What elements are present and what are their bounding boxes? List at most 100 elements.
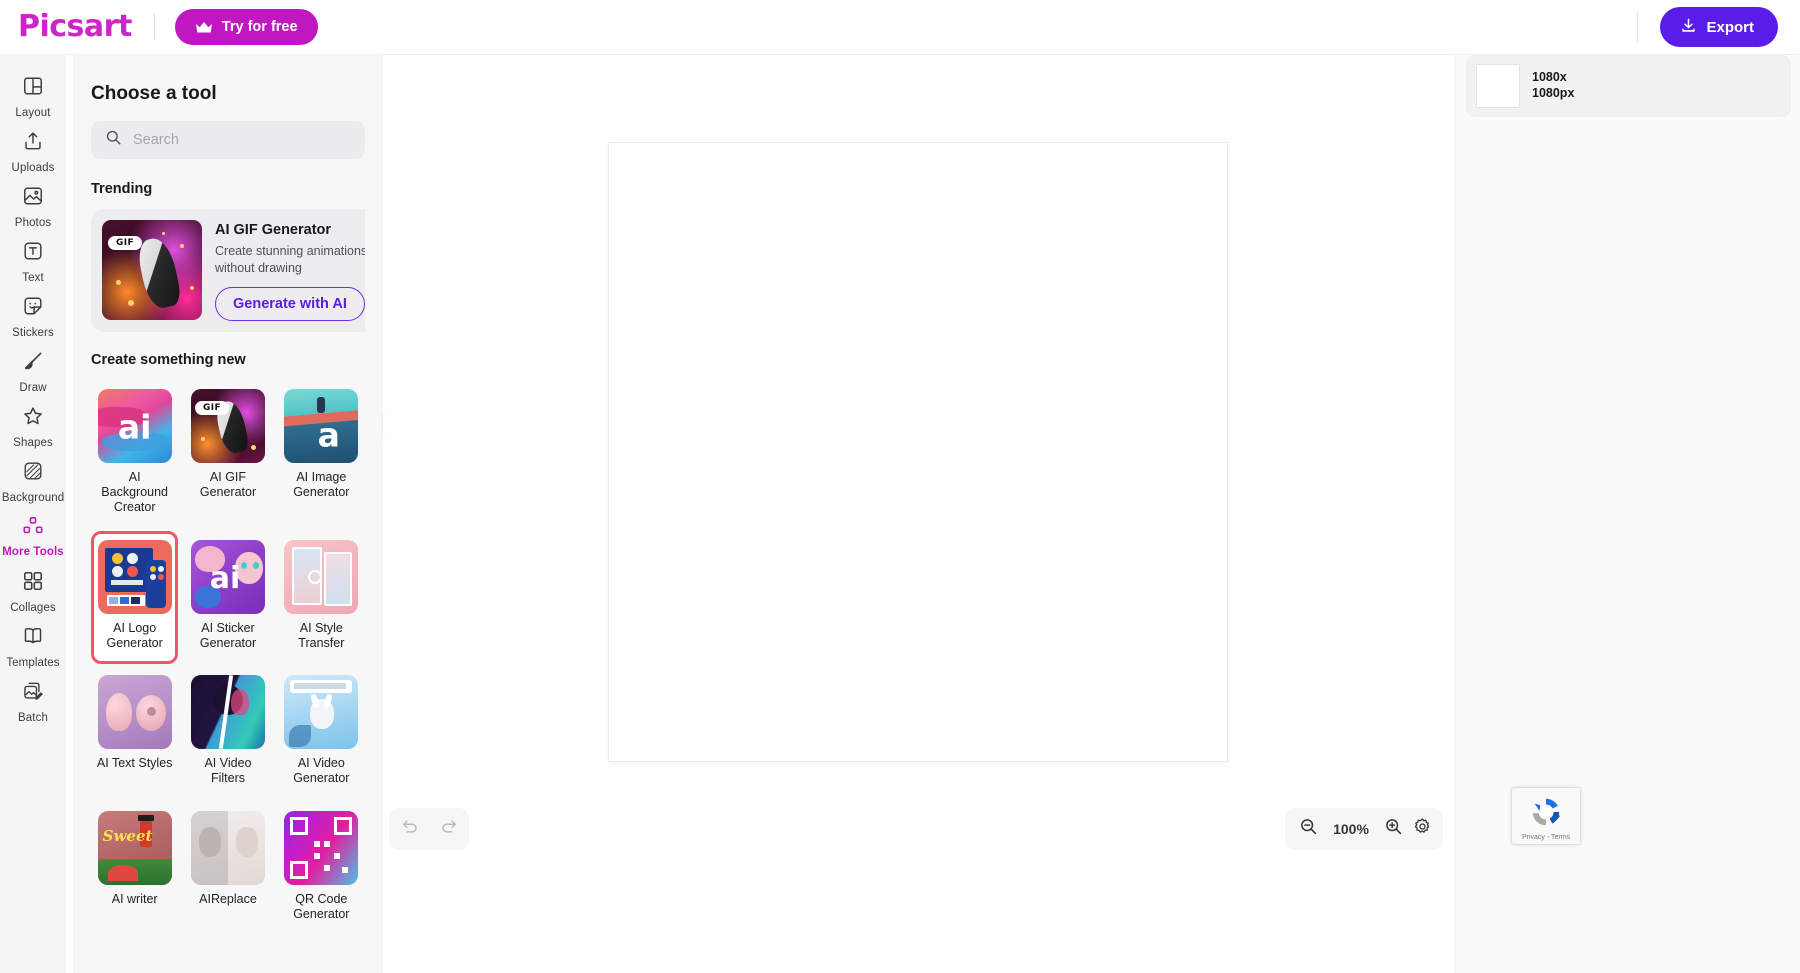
- picsart-logo[interactable]: Picsart: [18, 12, 132, 42]
- trending-card-description: Create stunning animations without drawi…: [215, 244, 365, 275]
- sidebar-item-text[interactable]: Text: [0, 234, 66, 289]
- undo-icon[interactable]: [400, 817, 419, 841]
- left-sidebar: Layout Uploads Photos Text Stickers Draw…: [0, 55, 66, 973]
- zoom-out-icon[interactable]: [1299, 817, 1318, 841]
- page-size-line-1: 1080x: [1532, 70, 1567, 85]
- sticker-icon: [22, 295, 44, 322]
- trending-carousel: GIF AI GIF Generator Create stunning ani…: [91, 209, 365, 332]
- sidebar-item-background[interactable]: Background: [0, 454, 66, 509]
- more-tools-icon: [22, 516, 44, 541]
- sidebar-item-label: Templates: [6, 656, 60, 669]
- canvas-area: 100%: [389, 55, 1449, 973]
- tool-label: AI Text Styles: [96, 756, 173, 770]
- recaptcha-badge[interactable]: Privacy - Terms: [1511, 787, 1581, 845]
- tool-ai-image-generator[interactable]: a AI Image Generator: [278, 380, 365, 529]
- tool-label: AI GIF Generator: [199, 469, 257, 499]
- tool-ai-style-transfer[interactable]: AI Style Transfer: [278, 531, 365, 665]
- tool-thumbnail: a: [284, 388, 359, 463]
- tool-thumbnail: [190, 810, 265, 885]
- cat-illustration: [135, 235, 183, 311]
- top-bar-right: Export: [1637, 7, 1800, 47]
- page-title: Choose a tool: [91, 83, 217, 104]
- sidebar-item-label: More Tools: [2, 545, 64, 558]
- sidebar-item-label: Uploads: [11, 161, 55, 174]
- tool-label: QR Code Generator: [293, 891, 350, 921]
- sidebar-item-collages[interactable]: Collages: [0, 564, 66, 619]
- gif-badge: GIF: [194, 400, 230, 415]
- sidebar-item-label: Shapes: [13, 436, 53, 449]
- export-label: Export: [1706, 18, 1754, 36]
- recaptcha-icon: [1527, 795, 1565, 834]
- tool-qr-code-generator[interactable]: QR Code Generator: [278, 802, 365, 936]
- brand-divider: [153, 14, 155, 40]
- sidebar-item-batch[interactable]: Batch: [0, 674, 66, 729]
- tool-ai-gif-generator[interactable]: GIF AI GIF Generator: [184, 380, 271, 529]
- sidebar-item-label: Layout: [15, 106, 51, 119]
- tool-ai-writer[interactable]: Sweet AI writer: [91, 802, 178, 936]
- trending-card-ai-gif-generator[interactable]: GIF AI GIF Generator Create stunning ani…: [91, 209, 365, 332]
- tool-thumbnail: Sweet: [97, 810, 172, 885]
- create-new-section-title: Create something new: [91, 351, 246, 368]
- star-icon: [22, 405, 44, 432]
- zoom-level-value: 100%: [1333, 821, 1369, 837]
- sidebar-item-layout[interactable]: Layout: [0, 69, 66, 124]
- sidebar-item-uploads[interactable]: Uploads: [0, 124, 66, 179]
- picsart-editor: Picsart Try for free Export Layout Uploa…: [0, 0, 1800, 973]
- tool-label: AI Background Creator: [101, 469, 169, 515]
- sidebar-item-photos[interactable]: Photos: [0, 179, 66, 234]
- search-box[interactable]: [91, 121, 365, 159]
- upload-icon: [22, 130, 44, 157]
- sidebar-item-label: Background: [1, 491, 65, 504]
- tool-ai-sticker-generator[interactable]: ai AI Sticker Generator: [184, 531, 271, 665]
- collage-icon: [22, 570, 44, 597]
- canvas-sheet[interactable]: [609, 143, 1227, 761]
- tools-grid: ai AI Background Creator GIF AI GIF Gene…: [91, 380, 365, 935]
- recaptcha-privacy-terms[interactable]: Privacy - Terms: [1522, 834, 1570, 841]
- sidebar-item-draw[interactable]: Draw: [0, 344, 66, 399]
- batch-icon: [22, 680, 44, 707]
- tool-thumbnail: [284, 675, 359, 749]
- page-size-label: 1080x 1080px: [1532, 70, 1574, 101]
- tool-thumbnail: ai: [190, 539, 265, 614]
- tool-ai-video-filters[interactable]: AI Video Filters: [184, 666, 271, 800]
- tool-label: AI writer: [111, 891, 158, 906]
- tool-label: AI Style Transfer: [298, 620, 345, 650]
- sidebar-item-templates[interactable]: Templates: [0, 619, 66, 674]
- tool-thumbnail: GIF: [190, 388, 265, 463]
- search-icon: [105, 129, 122, 151]
- try-for-free-button[interactable]: Try for free: [174, 9, 318, 45]
- sidebar-item-label: Collages: [10, 601, 56, 614]
- tool-ai-text-styles[interactable]: AI Text Styles: [91, 666, 178, 800]
- tool-ai-logo-generator[interactable]: AI Logo Generator: [91, 530, 179, 664]
- background-icon: [22, 460, 44, 487]
- templates-icon: [22, 625, 44, 652]
- sidebar-item-label: Stickers: [12, 326, 54, 339]
- search-input[interactable]: [133, 132, 351, 148]
- sidebar-item-label: Batch: [18, 711, 48, 724]
- tool-ai-background-creator[interactable]: ai AI Background Creator: [91, 380, 178, 529]
- tool-panel: Choose a tool Trending: [73, 55, 383, 973]
- gif-badge: GIF: [108, 236, 143, 250]
- tool-panel-content: Choose a tool Trending: [73, 55, 383, 973]
- trending-card-thumbnail: GIF: [102, 220, 202, 320]
- generate-with-ai-button[interactable]: Generate with AI: [215, 286, 365, 321]
- redo-icon[interactable]: [440, 817, 459, 841]
- tool-label: AI Image Generator: [293, 469, 350, 499]
- page-thumbnail-card[interactable]: 1080x 1080px: [1466, 55, 1791, 117]
- sidebar-item-shapes[interactable]: Shapes: [0, 399, 66, 454]
- tool-ai-replace[interactable]: AIReplace: [184, 802, 271, 936]
- ai-logo-mark: ai: [117, 407, 152, 447]
- export-button[interactable]: Export: [1660, 7, 1778, 47]
- tool-thumbnail: [190, 675, 265, 749]
- sidebar-item-stickers[interactable]: Stickers: [0, 289, 66, 344]
- trending-card-body: AI GIF Generator Create stunning animati…: [215, 220, 365, 321]
- canvas-settings-button[interactable]: [1401, 808, 1443, 850]
- tool-label: AI Sticker Generator: [199, 620, 257, 650]
- sidebar-item-more-tools[interactable]: More Tools: [0, 509, 66, 564]
- trending-card-title: AI GIF Generator: [215, 222, 332, 238]
- tool-ai-video-generator[interactable]: AI Video Generator: [278, 666, 365, 800]
- tool-thumbnail: [97, 675, 172, 749]
- sidebar-item-label: Photos: [14, 216, 52, 229]
- crown-icon: [195, 21, 213, 34]
- right-panel: 1080x 1080px: [1455, 55, 1800, 973]
